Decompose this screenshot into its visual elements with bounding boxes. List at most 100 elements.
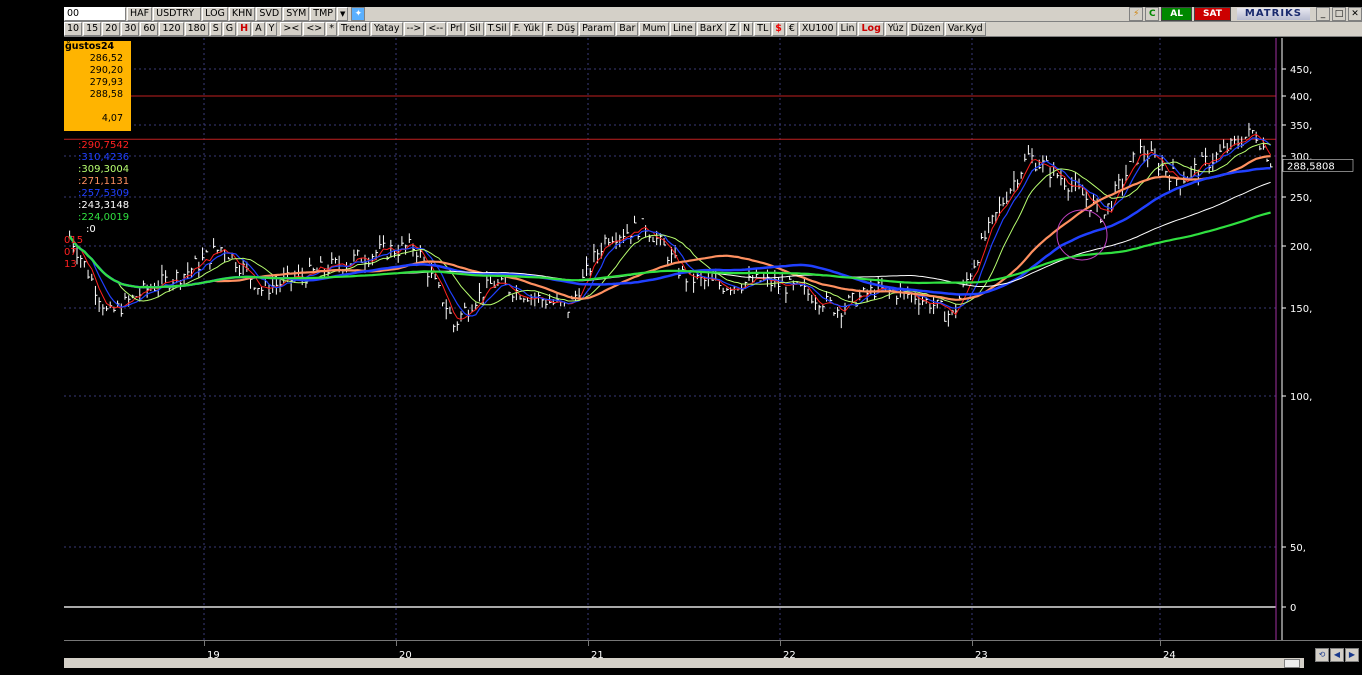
indicator-value: :257,5309 [78,188,130,199]
moving-average-line [69,142,1271,306]
period-button[interactable]: S [209,22,222,36]
chart-window: 00 HAF USDTRY LOG KHN SVD SYM TMP ▼ ✦ ⚡ … [64,7,1362,675]
indicator-value: :271,1131 [78,176,130,187]
main-toolbar: 00 HAF USDTRY LOG KHN SVD SYM TMP ▼ ✦ ⚡ … [64,7,1362,22]
tool-button[interactable]: Düzen [907,22,944,36]
chevron-down-icon[interactable]: ▼ [337,7,349,21]
tool-button[interactable]: F. Düş [543,22,579,36]
y-tick-label: 50, [1290,543,1306,554]
sell-button[interactable]: SAT [1194,7,1231,21]
x-tick [780,641,781,646]
moving-average-line [69,137,1272,317]
period-button[interactable]: 30 [121,22,140,36]
y-tick-label: 100, [1290,392,1312,403]
tool-button[interactable]: --> [403,22,425,36]
info-value: 279,93 [89,77,123,88]
tool-button[interactable]: Yatay [371,22,403,36]
chart-toolbar: 10 15 20 30 60 120 180 S G H A Y >< <> * Trend Yatay -->… [64,22,1362,37]
tool-button[interactable]: Param [579,22,616,36]
period-button[interactable]: G [222,22,237,36]
tool-button[interactable]: Yüz [884,22,907,36]
moving-average-line [69,133,1272,321]
tool-button[interactable]: BarX [696,22,726,36]
tool-button[interactable]: Lin [837,22,858,36]
tool-button[interactable]: N [740,22,754,36]
tool-button[interactable]: Var.Kyd [944,22,986,36]
period-button[interactable]: 120 [159,22,184,36]
tool-button[interactable]: Trend [338,22,371,36]
tool-button[interactable]: F. Yük [510,22,543,36]
tool-button[interactable]: Bar [616,22,639,36]
ohlc-info-box: ğustos24 286,52 290,20 279,93 288,58 4,07 [64,41,131,131]
tmp-button[interactable]: TMP [310,7,337,21]
tool-button[interactable]: XU100 [798,22,837,36]
x-tick [396,641,397,646]
y-tick-label: 400, [1290,92,1312,103]
period-button[interactable]: 180 [184,22,209,36]
period-button[interactable]: Y [265,22,278,36]
indicator-value: :224,0019 [78,212,130,223]
twitter-icon[interactable]: ✦ [351,7,366,21]
maximize-icon[interactable]: □ [1332,7,1346,21]
tool-button[interactable]: T.Sil [484,22,510,36]
x-tick [972,641,973,646]
scroll-thumb[interactable] [1284,659,1300,668]
symbol-box[interactable]: 00 [64,7,126,21]
tool-button[interactable]: >< [280,22,303,36]
log-button[interactable]: LOG [202,7,228,21]
info-value: 290,20 [89,65,123,76]
indicator-value: :290,7542 [78,140,130,151]
matriks-logo: MATRIKS [1236,8,1310,20]
refresh-icon[interactable]: C [1145,7,1160,21]
period-button[interactable]: A [252,22,265,36]
haf-button[interactable]: HAF [127,7,153,21]
tool-button[interactable]: Mum [639,22,669,36]
close-icon[interactable]: ✕ [1348,7,1362,21]
moving-average-line [68,167,1271,296]
info-value: 4,07 [101,113,123,124]
tool-button[interactable]: * [326,22,338,36]
y-tick-label: 250, [1290,193,1312,204]
indicator-value: :243,3148 [78,200,130,211]
tool-button[interactable]: € [785,22,798,36]
period-button[interactable]: 15 [83,22,102,36]
period-button[interactable]: H [237,22,252,36]
horizontal-scrollbar[interactable] [64,658,1304,668]
buy-button[interactable]: AL [1161,7,1192,21]
tool-button[interactable]: TL [754,22,772,36]
zoom-icon[interactable]: ⟲ [1315,648,1329,662]
period-button[interactable]: 20 [102,22,121,36]
tool-button[interactable]: $ [772,22,785,36]
khn-button[interactable]: KHN [228,7,256,21]
y-tick-label: 150, [1290,304,1312,315]
tool-button[interactable]: Line [669,22,696,36]
chart-canvas[interactable]: 450,400,350,300,250,200,150,100,50,0288,… [64,38,1362,640]
sym-button[interactable]: SYM [283,7,310,21]
period-button[interactable]: 60 [140,22,159,36]
y-tick-label: 450, [1290,65,1312,76]
tool-button[interactable]: Prl [447,22,466,36]
tool-button[interactable]: Z [726,22,740,36]
toolbar-right: ⚡ C AL SAT MATRIKS _ □ ✕ [1127,7,1362,21]
side-label: 015 [64,235,84,246]
side-label: 13 [64,259,77,270]
nav-buttons: ⟲ ◀ ▶ [1314,648,1359,662]
tool-button[interactable]: Log [858,22,884,36]
indicator-value: :310,4236 [78,152,130,163]
symbol-select[interactable]: USDTRY [153,7,202,21]
lightning-icon[interactable]: ⚡ [1129,7,1144,21]
scroll-left-icon[interactable]: ◀ [1330,648,1344,662]
minimize-icon[interactable]: _ [1316,7,1330,21]
scroll-right-icon[interactable]: ▶ [1345,648,1359,662]
tool-button[interactable]: <-- [425,22,447,36]
period-button[interactable]: 10 [64,22,83,36]
tool-button[interactable]: Sil [466,22,484,36]
info-date: ğustos24 [65,41,115,52]
price-chart[interactable]: 450, 400, 350, 300, 250, 200, 150, 100, 50, 0 288,… [64,38,1362,640]
tool-button[interactable]: <> [303,22,326,36]
y-tick-label: 350, [1290,121,1312,132]
indicator-value: :309,3004 [78,164,130,175]
x-tick [1160,641,1161,646]
svd-button[interactable]: SVD [256,7,283,21]
indicator-value: :0 [86,224,96,235]
